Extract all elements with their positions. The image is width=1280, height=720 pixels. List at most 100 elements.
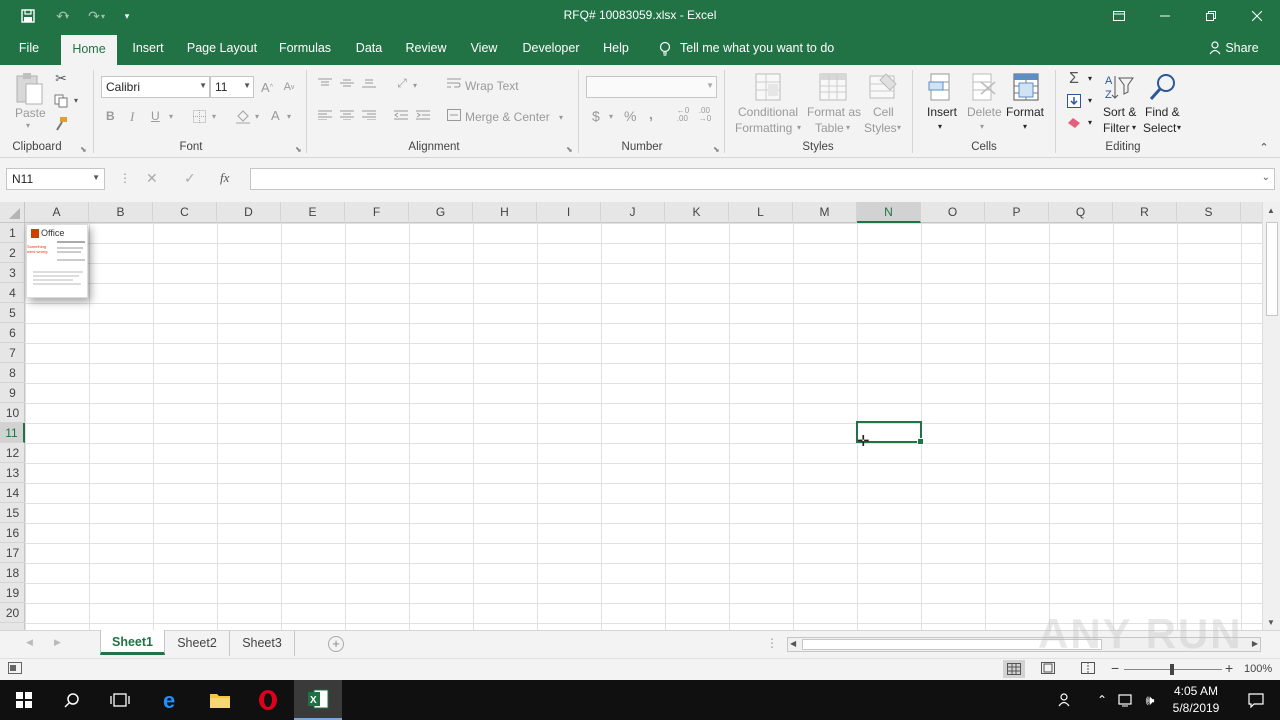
row-header-19[interactable]: 19 [0,583,25,603]
row-header-17[interactable]: 17 [0,543,25,563]
edge-browser-icon[interactable]: e [148,680,196,720]
fill-color-icon[interactable] [233,107,253,125]
excel-taskbar-icon[interactable]: X [294,680,342,720]
conditional-formatting-button[interactable]: Conditional [738,105,798,119]
format-as-table-button[interactable]: Format as [807,105,861,119]
cancel-entry-icon[interactable]: ✕ [146,170,158,187]
copy-dropdown-icon[interactable]: ▾ [74,96,78,105]
row-header-6[interactable]: 6 [0,323,25,343]
number-format-box[interactable]: ▼ [586,76,717,98]
insert-function-button[interactable]: fx [220,170,229,186]
sort-filter-icon[interactable]: AZ [1102,70,1136,104]
system-clock[interactable]: 4:05 AM 5/8/2019 [1160,683,1232,717]
clear-dropdown-icon[interactable]: ▾ [1088,118,1092,127]
bold-button[interactable]: B [106,109,115,123]
currency-button[interactable]: $ [592,108,600,124]
align-center-icon[interactable] [338,107,356,123]
tab-help[interactable]: Help [596,32,636,65]
row-header-9[interactable]: 9 [0,383,25,403]
name-box-dropdown-icon[interactable]: ▼ [92,173,100,182]
scroll-right-icon[interactable]: ▶ [1252,639,1258,648]
file-explorer-icon[interactable] [196,680,244,720]
align-right-icon[interactable] [360,107,378,123]
column-header-h[interactable]: H [473,202,537,223]
row-header-13[interactable]: 13 [0,463,25,483]
row-header-11[interactable]: 11 [0,423,25,443]
column-header-s[interactable]: S [1177,202,1241,223]
borders-dropdown-icon[interactable]: ▾ [212,112,216,121]
percent-button[interactable]: % [624,108,636,124]
merge-center-button[interactable]: Merge & Center [465,110,550,124]
scroll-left-icon[interactable]: ◀ [790,639,796,648]
sort-filter-button-line2[interactable]: Filter [1103,121,1130,135]
borders-icon[interactable] [190,107,208,125]
row-header-2[interactable]: 2 [0,243,25,263]
column-header-b[interactable]: B [89,202,153,223]
row-header-10[interactable]: 10 [0,403,25,423]
merge-center-icon[interactable] [446,107,462,123]
fill-dropdown-icon[interactable]: ▾ [1088,96,1092,105]
volume-icon[interactable]: 🕪 [1138,680,1162,720]
delete-cells-dropdown-icon[interactable]: ▾ [980,122,984,131]
row-header-5[interactable]: 5 [0,303,25,323]
conditional-formatting-icon[interactable] [752,70,786,104]
row-header-1[interactable]: 1 [0,223,25,243]
align-left-icon[interactable] [316,107,334,123]
orientation-icon[interactable]: ⤢ [392,75,412,91]
decrease-font-icon[interactable]: Av [280,77,298,97]
increase-indent-icon[interactable] [414,107,432,123]
column-header-a[interactable]: A [25,202,89,223]
cell-styles-button[interactable]: Cell [873,105,894,119]
column-header-d[interactable]: D [217,202,281,223]
font-color-icon[interactable]: A [271,108,280,123]
row-header-12[interactable]: 12 [0,443,25,463]
row-header-14[interactable]: 14 [0,483,25,503]
column-header-o[interactable]: O [921,202,985,223]
merge-dropdown-icon[interactable]: ▾ [559,113,563,122]
share-button[interactable]: Share [1224,32,1260,65]
row-header-16[interactable]: 16 [0,523,25,543]
embedded-picture[interactable]: Office Something went wrong [26,224,88,298]
font-launcher-icon[interactable]: ⬊ [295,145,302,154]
vertical-scrollbar[interactable]: ▲ ▼ [1262,202,1280,630]
format-cells-icon[interactable] [1009,70,1043,104]
formula-input[interactable]: ⌄ [250,168,1275,190]
windows-start-icon[interactable] [0,680,48,720]
format-as-table-icon[interactable] [816,70,850,104]
column-header-g[interactable]: G [409,202,473,223]
tab-split-grip-icon[interactable]: ⋮ [766,636,778,650]
tab-view[interactable]: View [462,32,506,65]
fill-icon[interactable] [1064,91,1084,111]
tab-home[interactable]: Home [61,35,117,65]
action-center-icon[interactable] [1232,680,1280,720]
decrease-decimal-icon[interactable]: .00 →0 [696,107,714,123]
conditional-formatting-button-line2[interactable]: Formatting [735,121,792,135]
bottom-align-icon[interactable] [360,75,378,91]
scroll-down-icon[interactable]: ▼ [1267,618,1275,627]
tab-insert[interactable]: Insert [124,32,172,65]
row-header-8[interactable]: 8 [0,363,25,383]
paste-icon[interactable] [12,71,46,107]
italic-button[interactable]: I [130,109,134,125]
column-header-k[interactable]: K [665,202,729,223]
column-header-l[interactable]: L [729,202,793,223]
insert-cells-dropdown-icon[interactable]: ▾ [938,122,942,131]
middle-align-icon[interactable] [338,75,356,91]
page-layout-view-icon[interactable] [1041,662,1055,677]
tell-me-search[interactable]: Tell me what you want to do [680,32,840,65]
orientation-dropdown-icon[interactable]: ▾ [413,81,417,90]
cell-styles-icon[interactable] [866,70,900,104]
page-break-view-icon[interactable] [1081,662,1095,677]
sort-filter-dropdown-icon[interactable]: ▾ [1132,123,1136,132]
font-name-dropdown-icon[interactable]: ▼ [199,81,207,90]
conditional-formatting-dropdown-icon[interactable]: ▾ [797,123,801,132]
zoom-out-icon[interactable]: − [1111,660,1119,676]
column-header-p[interactable]: P [985,202,1049,223]
select-all-button[interactable] [0,202,25,223]
delete-cells-icon[interactable] [967,70,999,104]
font-size-box[interactable]: 11 ▼ [210,76,254,98]
underline-button[interactable]: U [151,109,160,123]
font-size-dropdown-icon[interactable]: ▼ [243,81,251,90]
sort-filter-button[interactable]: Sort & [1103,105,1136,119]
column-header-r[interactable]: R [1113,202,1177,223]
